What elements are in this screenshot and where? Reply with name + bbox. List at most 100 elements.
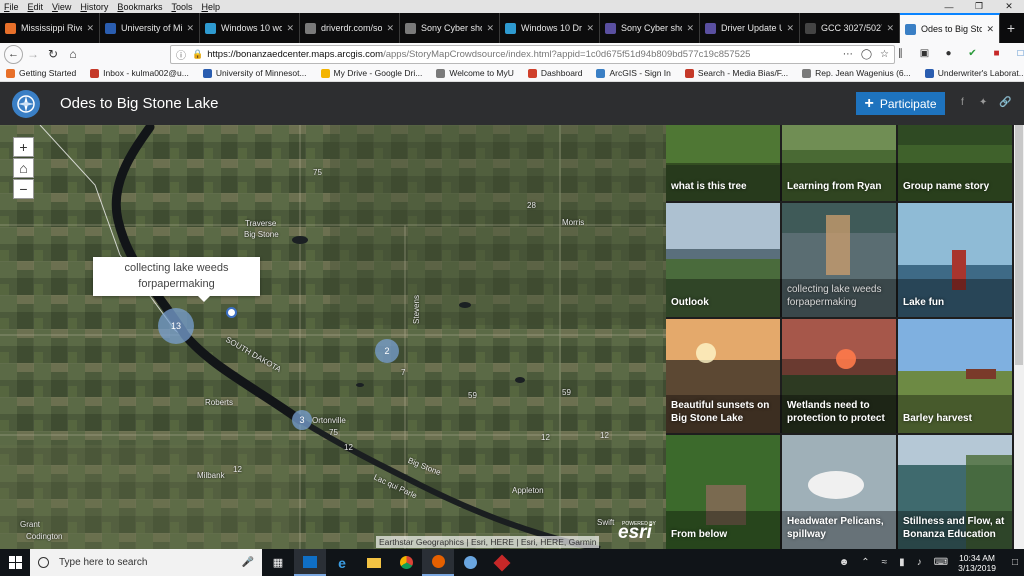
tab-gcc[interactable]: GCC 3027/5027 | Gr✕ (800, 13, 900, 43)
person-icon[interactable]: ☻ (839, 557, 850, 568)
twitter-icon[interactable]: ✦ (979, 97, 987, 108)
tab-windows-10[interactable]: Windows 10 wo ✕ (200, 13, 300, 43)
paint-icon[interactable] (454, 549, 486, 576)
menu-view[interactable]: View (52, 2, 71, 12)
outlook-icon[interactable] (294, 549, 326, 576)
info-icon[interactable]: ⓘ (176, 47, 186, 62)
story-tile-selected[interactable]: collecting lake weeds forpapermaking (782, 203, 896, 317)
bookmark-my-drive[interactable]: My Drive - Google Dri... (320, 68, 422, 78)
library-icon[interactable]: ∥ (894, 47, 907, 60)
zoom-in-button[interactable]: + (13, 137, 34, 157)
cluster-marker[interactable]: 3 (292, 410, 312, 430)
bookmark-rep-wagenius[interactable]: Rep. Jean Wagenius (6... (802, 68, 911, 78)
participate-button[interactable]: + Participate (856, 92, 945, 115)
restore-icon[interactable]: ❐ (964, 0, 994, 13)
cluster-marker[interactable]: 2 (375, 339, 399, 363)
gallery-scrollbar[interactable] (1014, 125, 1024, 549)
pocket-icon[interactable]: ◯ (861, 49, 872, 60)
story-tile[interactable]: From below (666, 435, 780, 549)
tab-driverdr[interactable]: driverdr.com/so ✕ (300, 13, 400, 43)
close-icon[interactable]: ✕ (686, 23, 694, 34)
file-explorer-icon[interactable] (358, 549, 390, 576)
sidebar-icon[interactable]: ▣ (918, 47, 931, 60)
bookmark-inbox[interactable]: Inbox - kulma002@u... (90, 68, 189, 78)
bookmark-myu[interactable]: Welcome to MyU (436, 68, 514, 78)
menu-file[interactable]: File (4, 2, 19, 12)
scrollbar-thumb[interactable] (1015, 125, 1023, 365)
extension-icon-2[interactable]: ✔ (966, 47, 979, 60)
tab-driver-update[interactable]: Driver Update U ✕ (700, 13, 800, 43)
map-view[interactable]: Traverse Big Stone Morris Stevens Robert… (0, 125, 666, 549)
document-icon[interactable]: □ (1014, 47, 1024, 60)
close-icon[interactable]: ✕ (886, 23, 894, 34)
network-icon[interactable]: ≈ (882, 557, 888, 568)
story-tile[interactable]: Wetlands need to protection to protect (782, 319, 896, 433)
close-icon[interactable]: ✕ (186, 23, 194, 34)
windows-start-icon[interactable] (0, 549, 30, 576)
esri-logo[interactable]: esri (618, 522, 652, 544)
bookmark-underwriters[interactable]: Underwriter's Laborat... (924, 68, 1024, 78)
story-tile[interactable]: Stillness and Flow, at Bonanza Education (898, 435, 1012, 549)
facebook-icon[interactable]: f (961, 97, 964, 108)
selected-point-marker[interactable] (226, 307, 237, 318)
cluster-marker[interactable]: 13 (158, 308, 194, 344)
edge-icon[interactable]: e (326, 549, 358, 576)
story-tile[interactable]: Learning from Ryan (782, 125, 896, 201)
story-tile[interactable]: Group name story (898, 125, 1012, 201)
tab-university[interactable]: University of Mi ✕ (100, 13, 200, 43)
chevron-up-icon[interactable]: ⌃ (861, 557, 869, 568)
close-icon[interactable]: ✕ (586, 23, 594, 34)
tab-mississippi-river[interactable]: Mississippi River ✕ (0, 13, 100, 43)
close-icon[interactable]: ✕ (986, 24, 994, 35)
lock-icon[interactable]: 🔒 (192, 49, 203, 60)
taskbar-search-box[interactable]: Type here to search 🎤 (30, 549, 262, 576)
bookmark-star-icon[interactable]: ☆ (880, 49, 889, 60)
tab-windows-10-driver[interactable]: Windows 10 Dri ✕ (500, 13, 600, 43)
link-icon[interactable]: 🔗 (999, 97, 1011, 108)
new-tab-button[interactable]: + (1000, 13, 1022, 43)
url-bar[interactable]: ⓘ 🔒 https://bonanzaedcenter.maps.arcgis.… (170, 44, 895, 64)
forward-arrow-icon[interactable]: → (23, 44, 43, 64)
keyboard-icon[interactable]: ⌨ (934, 557, 948, 568)
story-tile[interactable]: Lake fun (898, 203, 1012, 317)
page-actions-icon[interactable]: ⋯ (843, 49, 853, 60)
menu-help[interactable]: Help (201, 2, 220, 12)
bookmark-getting-started[interactable]: Getting Started (6, 68, 76, 78)
task-view-icon[interactable]: ▦ (262, 549, 294, 576)
menu-bookmarks[interactable]: Bookmarks (117, 2, 162, 12)
menu-edit[interactable]: Edit (28, 2, 44, 12)
story-tile[interactable]: what is this tree (666, 125, 780, 201)
extension-icon[interactable]: ● (942, 47, 955, 60)
bookmark-dashboard[interactable]: Dashboard (527, 68, 582, 78)
close-icon[interactable]: ✕ (386, 23, 394, 34)
volume-icon[interactable]: ♪ (917, 557, 922, 568)
close-icon[interactable]: ✕ (86, 23, 94, 34)
menu-history[interactable]: History (80, 2, 108, 12)
firefox-icon[interactable] (422, 549, 454, 576)
close-icon[interactable]: ✕ (486, 23, 494, 34)
tab-odes-to-big-stone[interactable]: Odes to Big Ston ✕ (900, 13, 1000, 43)
bookmark-media-bias[interactable]: Search - Media Bias/F... (684, 68, 788, 78)
map-popup[interactable]: collecting lake weeds forpapermaking (93, 257, 260, 302)
back-arrow-icon[interactable]: ← (4, 44, 23, 64)
reload-icon[interactable]: ↻ (43, 44, 63, 64)
close-icon[interactable]: ✕ (286, 23, 294, 34)
story-tile[interactable]: Beautiful sunsets on Big Stone Lake (666, 319, 780, 433)
zoom-out-button[interactable]: − (13, 179, 34, 199)
microphone-icon[interactable]: 🎤 (242, 557, 254, 568)
taskbar-clock[interactable]: 10:34 AM 3/13/2019 (958, 553, 996, 573)
menu-tools[interactable]: Tools (171, 2, 192, 12)
notifications-icon[interactable]: □ (1012, 557, 1018, 568)
bookmark-university[interactable]: University of Minnesot... (202, 68, 307, 78)
battery-icon[interactable]: ▮ (899, 557, 905, 568)
story-tile[interactable]: Outlook (666, 203, 780, 317)
home-extent-icon[interactable]: ⌂ (13, 158, 34, 178)
tab-sony-cyber-shot[interactable]: Sony Cyber shot ✕ (400, 13, 500, 43)
app-icon[interactable] (486, 549, 518, 576)
tab-sony-cyber-shot-2[interactable]: Sony Cyber shot ✕ (600, 13, 700, 43)
story-tile[interactable]: Barley harvest (898, 319, 1012, 433)
home-icon[interactable]: ⌂ (63, 44, 83, 64)
close-window-icon[interactable]: ✕ (994, 0, 1024, 13)
story-tile[interactable]: Headwater Pelicans, spillway (782, 435, 896, 549)
close-icon[interactable]: ✕ (786, 23, 794, 34)
